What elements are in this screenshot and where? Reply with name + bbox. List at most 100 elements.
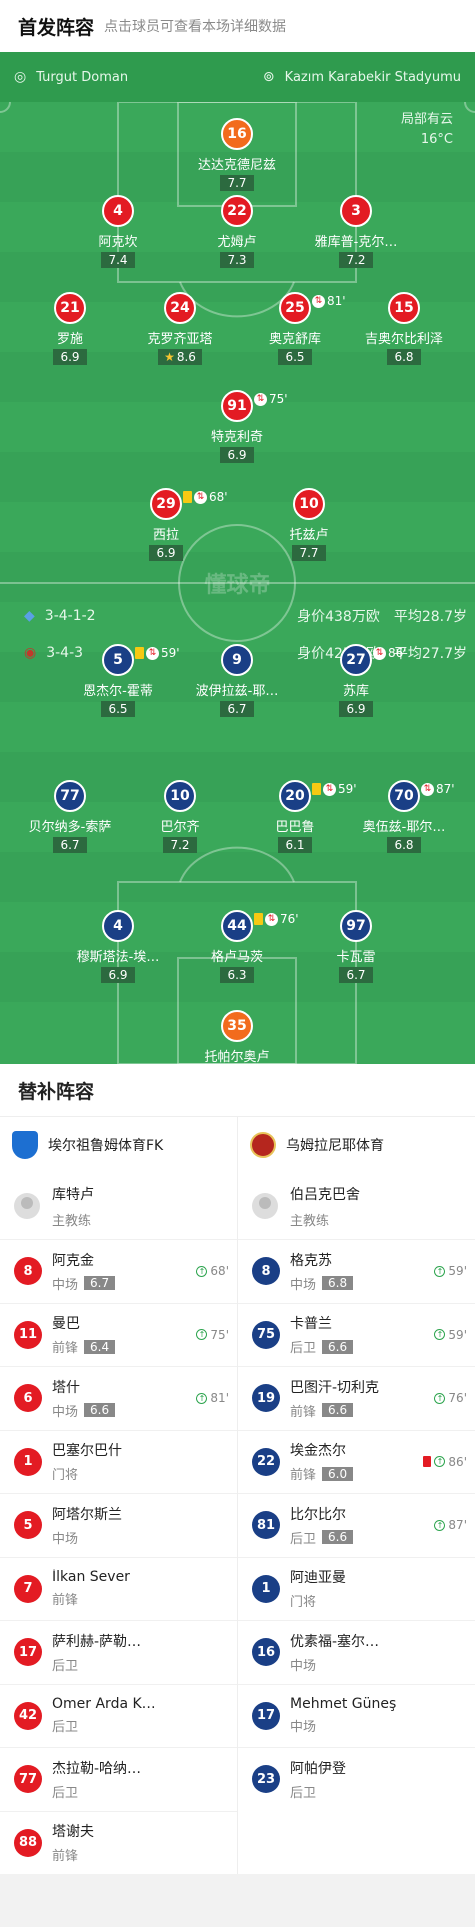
away-player-4[interactable]: 77 贝尔纳多-索萨 6.7 <box>15 780 125 853</box>
sub-name: 阿帕伊登 <box>290 1760 346 1777</box>
sub-position: 前锋 <box>52 1849 79 1865</box>
home-player-1[interactable]: 16 达达克德尼兹 7.7 <box>182 118 292 191</box>
substitution-minute: 87' <box>436 782 455 796</box>
away-sub-row[interactable]: 16 优素福-塞尔… 中场 <box>238 1620 475 1684</box>
yellow-card-icon <box>183 491 192 503</box>
sub-name: 塔什 <box>52 1379 80 1396</box>
home-player-6[interactable]: 24 克罗齐亚塔 8.6 <box>125 292 235 365</box>
sub-name: 杰拉勒-哈纳… <box>52 1760 142 1777</box>
sub-position: 后卫 <box>52 1720 79 1736</box>
player-number: 91 <box>221 390 253 422</box>
player-number: 16 <box>221 118 253 150</box>
home-subs-column: 埃尔祖鲁姆体育FK 库特卢 主教练 8 阿克金 中场 6.7 ↑ 68' 11 曼巴 前锋 6.4… <box>0 1117 237 1874</box>
away-sub-row[interactable]: 22 埃金杰尔 前锋 6.0 ↑ 86' <box>238 1429 475 1494</box>
home-sub-row[interactable]: 6 塔什 中场 6.6 ↑ 81' <box>0 1366 237 1430</box>
away-player-11[interactable]: 35托帕尔奥卢6.7 <box>182 1010 292 1064</box>
home-sub-row[interactable]: 1 巴塞尔巴什 门将 <box>0 1429 237 1494</box>
temperature-label: 16°C <box>420 132 453 147</box>
sub-position: 中场 <box>52 1404 79 1420</box>
home-sub-row[interactable]: 42 Ömer Arda K… 后卫 <box>0 1683 237 1748</box>
home-player-11[interactable]: 10 托兹卢 7.7 <box>254 488 364 561</box>
away-coach-row[interactable]: 伯吕克巴舍 主教练 <box>238 1173 475 1239</box>
sub-info: Ömer Arda K… 后卫 <box>52 1696 156 1735</box>
home-coach-row[interactable]: 库特卢 主教练 <box>0 1173 237 1239</box>
home-player-4[interactable]: 3 雅库普-克尔… 7.2 <box>301 195 411 268</box>
away-team-row[interactable]: 乌姆拉尼耶体育 <box>238 1117 475 1173</box>
home-player-8[interactable]: 15 吉奥尔比利泽 6.8 <box>349 292 459 365</box>
sub-position: 后卫 <box>290 1531 317 1547</box>
substitution-minute: 59' <box>161 646 180 660</box>
sub-number: 1 <box>14 1447 42 1476</box>
weather-info: 局部有云 16°C <box>401 110 453 150</box>
sub-info: 比尔比尔 后卫 6.6 <box>290 1504 354 1547</box>
home-coach-name: 库特卢 <box>52 1186 94 1203</box>
home-player-9[interactable]: 91 ⇅ 75' 特克利奇 6.9 <box>182 390 292 463</box>
sub-in-info: ↑ 75' <box>196 1328 229 1342</box>
sub-meta: 后卫 <box>290 1782 346 1801</box>
away-sub-row[interactable]: 75 卡普兰 后卫 6.6 ↑ 59' <box>238 1302 475 1367</box>
sub-rating: 6.6 <box>84 1403 116 1418</box>
sub-position: 后卫 <box>52 1658 79 1674</box>
home-sub-row[interactable]: 5 阿塔尔斯兰 中场 <box>0 1493 237 1557</box>
home-player-2[interactable]: 4 阿克坎 7.4 <box>63 195 173 268</box>
sub-meta: 前锋 <box>52 1845 94 1864</box>
away-sub-row[interactable]: 17 Mehmet Güneş 中场 <box>238 1683 475 1748</box>
sub-meta: 中场 6.7 <box>52 1274 116 1293</box>
away-sub-row[interactable]: 81 比尔比尔 后卫 6.6 ↑ 87' <box>238 1493 475 1557</box>
home-sub-row[interactable]: 8 阿克金 中场 6.7 ↑ 68' <box>0 1239 237 1303</box>
sub-position: 门将 <box>290 1595 317 1611</box>
sub-name: 塔谢夫 <box>52 1824 94 1841</box>
home-sub-row[interactable]: 17 萨利赫-萨勒… 后卫 <box>0 1620 237 1684</box>
home-sub-row[interactable]: 88 塔谢夫 前锋 <box>0 1810 237 1875</box>
player-number: 77 <box>54 780 86 812</box>
away-player-8[interactable]: 4 穆斯塔法-埃… 6.9 <box>63 910 173 983</box>
player-number: 9 <box>221 644 253 676</box>
away-sub-row[interactable]: 8 格克苏 中场 6.8 ↑ 59' <box>238 1239 475 1303</box>
away-player-2[interactable]: 9 波伊拉兹-耶… 6.7 <box>182 644 292 717</box>
player-name: 奥伍兹-耶尔… <box>362 820 446 835</box>
sub-name: 阿克金 <box>52 1252 94 1269</box>
away-sub-row[interactable]: 19 巴图汗-切利克 前锋 6.6 ↑ 76' <box>238 1366 475 1430</box>
lineup-hint: 点击球员可查看本场详细数据 <box>104 19 287 35</box>
sub-number: 1 <box>252 1574 280 1603</box>
lineup-title: 首发阵容 <box>18 16 95 39</box>
away-team-crest-icon <box>250 1132 276 1158</box>
sub-position: 前锋 <box>290 1404 317 1420</box>
away-sub-row[interactable]: 1 阿迪亚曼门将 <box>238 1556 475 1621</box>
player-name: 达达克德尼兹 <box>197 158 276 173</box>
sub-name: 卡普兰 <box>290 1316 332 1333</box>
away-player-10[interactable]: 97 卡瓦雷 6.7 <box>301 910 411 983</box>
away-player-3[interactable]: 27 ⇅ 86' 苏库 6.9 <box>301 644 411 717</box>
home-sub-row[interactable]: 7 İlkan Sever 前锋 <box>0 1556 237 1621</box>
home-team-row[interactable]: 埃尔祖鲁姆体育FK <box>0 1117 237 1173</box>
sub-position: 中场 <box>290 1720 317 1736</box>
home-player-5[interactable]: 21 罗施 6.9 <box>15 292 125 365</box>
substitution-out-icon: ⇅ <box>421 782 434 796</box>
substitution-out-icon: ⇅ <box>323 782 336 796</box>
sub-name: 阿迪亚曼 <box>290 1570 346 1587</box>
home-sub-row[interactable]: 77 杰拉勒-哈纳… 后卫 <box>0 1747 237 1811</box>
player-number: 70 <box>388 780 420 812</box>
player-number: 21 <box>54 292 86 324</box>
sub-info: 阿塔尔斯兰 中场 <box>52 1504 122 1547</box>
away-player-9[interactable]: 44 ⇅ 76' 格卢马茨 6.3 <box>182 910 299 983</box>
weather-label: 局部有云 <box>400 112 453 127</box>
home-player-3[interactable]: 22 尤姆卢 7.3 <box>182 195 292 268</box>
sub-meta: 中场 <box>290 1716 396 1735</box>
player-rating: 7.7 <box>292 545 326 561</box>
player-rating: 6.9 <box>220 447 254 463</box>
player-rating: 6.5 <box>101 701 135 717</box>
away-player-1[interactable]: 5 ⇅ 59' 恩杰尔-霍蒂 6.5 <box>63 644 180 717</box>
home-team-label: Turgut Doman <box>36 69 129 85</box>
sub-name: 比尔比尔 <box>290 1506 346 1523</box>
away-player-7[interactable]: 70 ⇅ 87' 奥伍兹-耶尔… 6.8 <box>349 780 459 853</box>
home-player-7[interactable]: 25 ⇅ 81' 奥克舒库 6.5 <box>240 292 350 365</box>
away-player-6[interactable]: 20 ⇅ 59' 巴巴鲁 6.1 <box>240 780 357 853</box>
sub-meta: 后卫 6.6 <box>290 1337 354 1356</box>
substitution-in-icon: ↑ <box>434 1265 446 1277</box>
away-sub-row[interactable]: 23 阿帕伊登 后卫 <box>238 1747 475 1811</box>
home-player-10[interactable]: 29 ⇅ 68' 西拉 6.9 <box>111 488 228 561</box>
away-player-5[interactable]: 10 巴尔齐 7.2 <box>125 780 235 853</box>
player-name: 波伊拉兹-耶… <box>195 684 279 699</box>
home-sub-row[interactable]: 11 曼巴 前锋 6.4 ↑ 75' <box>0 1302 237 1367</box>
